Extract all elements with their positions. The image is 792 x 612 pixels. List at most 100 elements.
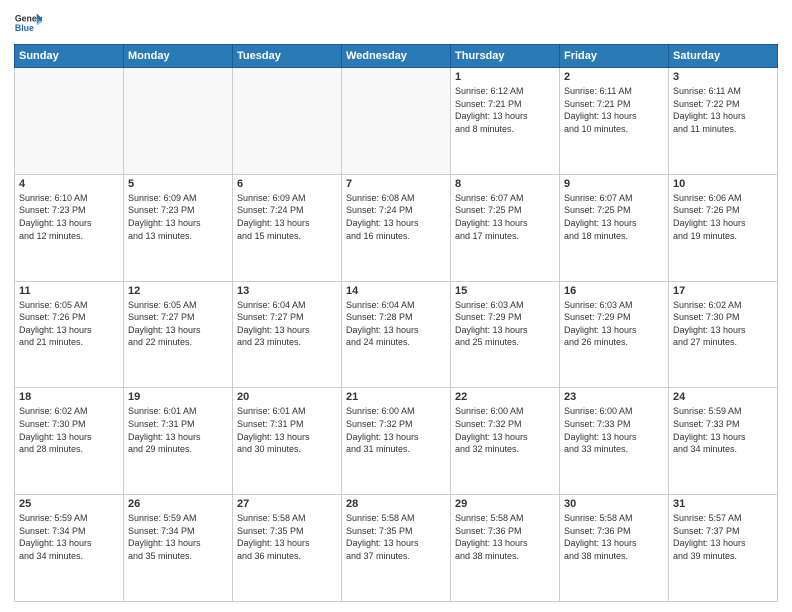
day-number: 3 [673,71,773,83]
calendar-cell: 13Sunrise: 6:04 AM Sunset: 7:27 PM Dayli… [233,281,342,388]
header: General Blue [14,10,778,38]
day-info: Sunrise: 6:12 AM Sunset: 7:21 PM Dayligh… [455,85,555,135]
calendar-cell: 25 Sunrise: 5:59 AM Sunset: 7:34 PM Dayli… [15,495,124,602]
day-number: 4 [19,178,119,190]
day-number: 21 [346,391,446,403]
calendar-cell: 27 Sunrise: 5:58 AM Sunset: 7:35 PM Dayli… [233,495,342,602]
day-header-thursday: Thursday [451,45,560,68]
day-number: 16 [564,285,664,297]
calendar-cell: 5Sunrise: 6:09 AM Sunset: 7:23 PM Daylig… [124,174,233,281]
calendar-cell: 2 Sunrise: 6:11 AM Sunset: 7:21 PM Daylig… [560,68,669,175]
day-info: Sunrise: 5:58 AM Sunset: 7:35 PM Dayligh… [346,512,446,562]
day-info: Sunrise: 6:01 AM Sunset: 7:31 PM Dayligh… [237,405,337,455]
calendar-cell: 8 Sunrise: 6:07 AM Sunset: 7:25 PM Daylig… [451,174,560,281]
calendar-cell [124,68,233,175]
day-number: 13 [237,285,337,297]
day-info: Sunrise: 6:05 AM Sunset: 7:27 PM Dayligh… [128,299,228,349]
day-header-saturday: Saturday [669,45,778,68]
day-number: 17 [673,285,773,297]
calendar-cell: 29 Sunrise: 5:58 AM Sunset: 7:36 PM Dayli… [451,495,560,602]
calendar-cell: 26Sunrise: 5:59 AM Sunset: 7:34 PM Dayli… [124,495,233,602]
day-number: 10 [673,178,773,190]
day-number: 15 [455,285,555,297]
day-info: Sunrise: 6:00 AM Sunset: 7:32 PM Dayligh… [346,405,446,455]
day-number: 30 [564,498,664,510]
day-info: Sunrise: 5:58 AM Sunset: 7:35 PM Dayligh… [237,512,337,562]
calendar-cell: 30 Sunrise: 5:58 AM Sunset: 7:36 PM Dayli… [560,495,669,602]
day-number: 7 [346,178,446,190]
day-number: 1 [455,71,555,83]
day-number: 29 [455,498,555,510]
day-info: Sunrise: 6:07 AM Sunset: 7:25 PM Dayligh… [564,192,664,242]
logo-area: General Blue [14,10,42,38]
day-info: Sunrise: 5:57 AM Sunset: 7:37 PM Dayligh… [673,512,773,562]
calendar-cell: 4Sunrise: 6:10 AM Sunset: 7:23 PM Daylig… [15,174,124,281]
calendar-cell: 31 Sunrise: 5:57 AM Sunset: 7:37 PM Dayli… [669,495,778,602]
week-row-0: 1 Sunrise: 6:12 AM Sunset: 7:21 PM Daylig… [15,68,778,175]
calendar-cell: 16Sunrise: 6:03 AM Sunset: 7:29 PM Dayli… [560,281,669,388]
day-info: Sunrise: 6:04 AM Sunset: 7:28 PM Dayligh… [346,299,446,349]
day-info: Sunrise: 6:11 AM Sunset: 7:22 PM Dayligh… [673,85,773,135]
calendar-cell: 11 Sunrise: 6:05 AM Sunset: 7:26 PM Dayli… [15,281,124,388]
day-number: 19 [128,391,228,403]
day-info: Sunrise: 6:02 AM Sunset: 7:30 PM Dayligh… [19,405,119,455]
page: General Blue SundayMondayTuesdayWednesda… [0,0,792,612]
calendar-cell: 3 Sunrise: 6:11 AM Sunset: 7:22 PM Daylig… [669,68,778,175]
calendar-cell: 22 Sunrise: 6:00 AM Sunset: 7:32 PM Dayli… [451,388,560,495]
day-info: Sunrise: 6:09 AM Sunset: 7:23 PM Dayligh… [128,192,228,242]
day-info: Sunrise: 6:01 AM Sunset: 7:31 PM Dayligh… [128,405,228,455]
day-number: 18 [19,391,119,403]
day-number: 12 [128,285,228,297]
week-row-4: 25 Sunrise: 5:59 AM Sunset: 7:34 PM Dayli… [15,495,778,602]
day-info: Sunrise: 5:59 AM Sunset: 7:34 PM Dayligh… [128,512,228,562]
calendar-header-row: SundayMondayTuesdayWednesdayThursdayFrid… [15,45,778,68]
calendar-cell: 19 Sunrise: 6:01 AM Sunset: 7:31 PM Dayli… [124,388,233,495]
day-number: 24 [673,391,773,403]
calendar-table: SundayMondayTuesdayWednesdayThursdayFrid… [14,44,778,602]
calendar-cell: 17 Sunrise: 6:02 AM Sunset: 7:30 PM Dayli… [669,281,778,388]
day-number: 20 [237,391,337,403]
calendar-cell: 18 Sunrise: 6:02 AM Sunset: 7:30 PM Dayli… [15,388,124,495]
week-row-1: 4Sunrise: 6:10 AM Sunset: 7:23 PM Daylig… [15,174,778,281]
day-info: Sunrise: 6:06 AM Sunset: 7:26 PM Dayligh… [673,192,773,242]
day-number: 8 [455,178,555,190]
day-info: Sunrise: 6:02 AM Sunset: 7:30 PM Dayligh… [673,299,773,349]
day-info: Sunrise: 5:59 AM Sunset: 7:34 PM Dayligh… [19,512,119,562]
week-row-3: 18 Sunrise: 6:02 AM Sunset: 7:30 PM Dayli… [15,388,778,495]
day-info: Sunrise: 6:05 AM Sunset: 7:26 PM Dayligh… [19,299,119,349]
day-info: Sunrise: 6:07 AM Sunset: 7:25 PM Dayligh… [455,192,555,242]
week-row-2: 11 Sunrise: 6:05 AM Sunset: 7:26 PM Dayli… [15,281,778,388]
day-number: 28 [346,498,446,510]
calendar-cell: 14 Sunrise: 6:04 AM Sunset: 7:28 PM Dayli… [342,281,451,388]
calendar-cell: 1 Sunrise: 6:12 AM Sunset: 7:21 PM Daylig… [451,68,560,175]
calendar-cell: 10 Sunrise: 6:06 AM Sunset: 7:26 PM Dayli… [669,174,778,281]
day-number: 6 [237,178,337,190]
day-number: 11 [19,285,119,297]
day-info: Sunrise: 5:58 AM Sunset: 7:36 PM Dayligh… [455,512,555,562]
logo-icon: General Blue [14,10,42,38]
day-number: 22 [455,391,555,403]
day-header-sunday: Sunday [15,45,124,68]
calendar-cell: 24Sunrise: 5:59 AM Sunset: 7:33 PM Dayli… [669,388,778,495]
day-number: 9 [564,178,664,190]
day-header-friday: Friday [560,45,669,68]
day-number: 2 [564,71,664,83]
calendar-cell: 21 Sunrise: 6:00 AM Sunset: 7:32 PM Dayli… [342,388,451,495]
day-number: 14 [346,285,446,297]
calendar-cell: 15 Sunrise: 6:03 AM Sunset: 7:29 PM Dayli… [451,281,560,388]
day-header-monday: Monday [124,45,233,68]
calendar-cell: 9 Sunrise: 6:07 AM Sunset: 7:25 PM Daylig… [560,174,669,281]
day-info: Sunrise: 6:03 AM Sunset: 7:29 PM Dayligh… [455,299,555,349]
day-info: Sunrise: 5:58 AM Sunset: 7:36 PM Dayligh… [564,512,664,562]
day-number: 25 [19,498,119,510]
day-number: 31 [673,498,773,510]
day-header-tuesday: Tuesday [233,45,342,68]
calendar-cell [15,68,124,175]
day-info: Sunrise: 6:00 AM Sunset: 7:32 PM Dayligh… [455,405,555,455]
calendar-cell [342,68,451,175]
day-number: 23 [564,391,664,403]
day-number: 27 [237,498,337,510]
calendar-cell: 7Sunrise: 6:08 AM Sunset: 7:24 PM Daylig… [342,174,451,281]
day-info: Sunrise: 6:11 AM Sunset: 7:21 PM Dayligh… [564,85,664,135]
day-header-wednesday: Wednesday [342,45,451,68]
